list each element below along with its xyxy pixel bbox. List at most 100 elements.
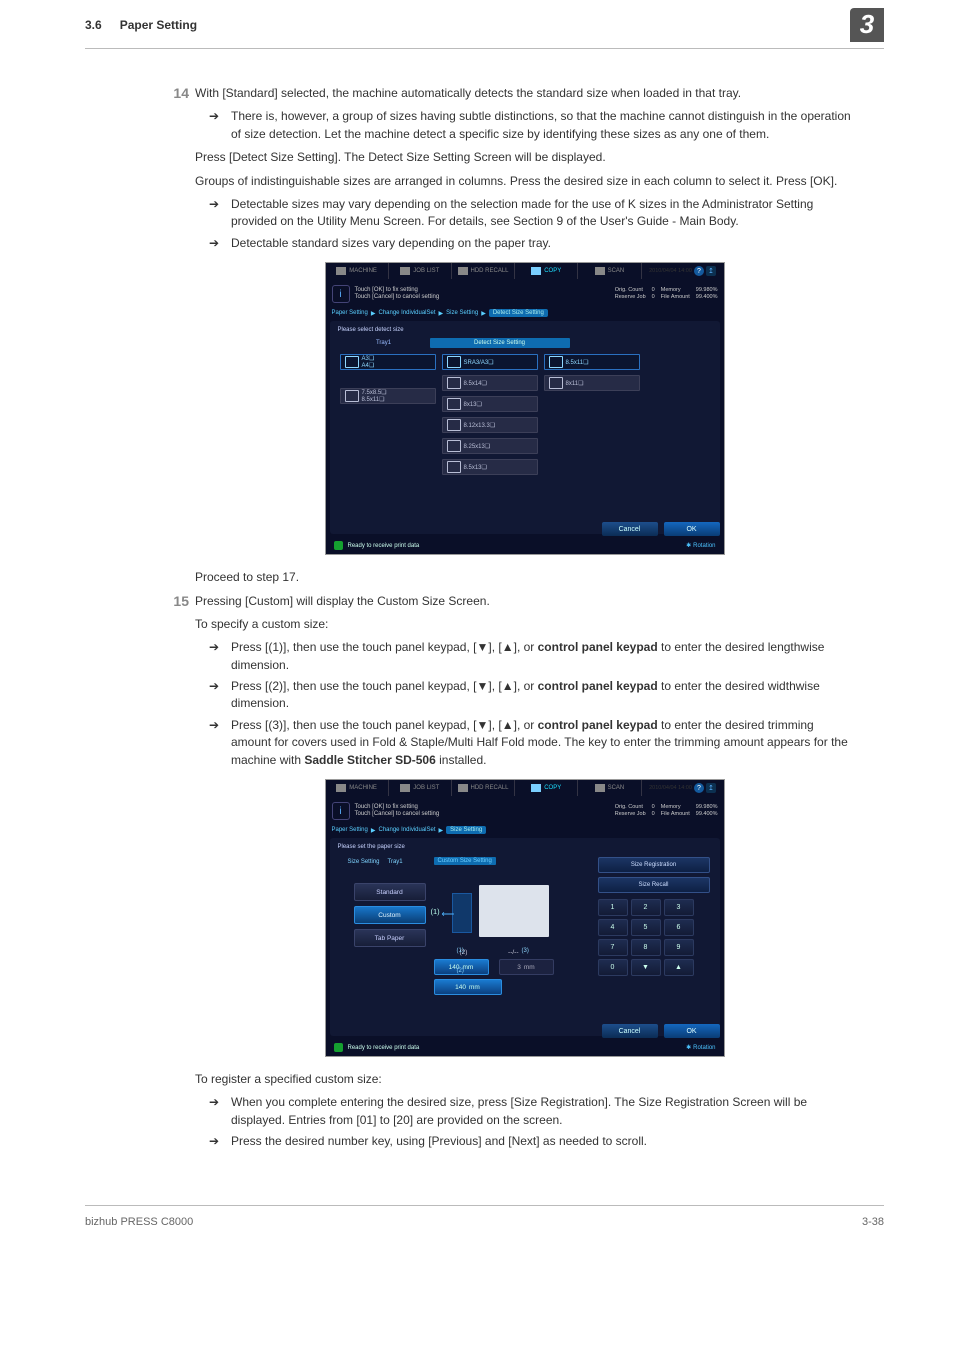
size-85x13: 8.5x13❏: [442, 459, 538, 475]
col-header-detect: Detect Size Setting: [430, 338, 570, 348]
size-a3a4: A3❏ A4❏: [340, 354, 436, 370]
step-number-15: 15: [161, 593, 189, 610]
keypad-4: 4: [598, 919, 628, 936]
tab-machine: MACHINE: [326, 263, 389, 279]
size-column-1: A3❏ A4❏ 7.5x8.5❏ 8.5x11❏: [340, 354, 436, 475]
tab-copy: COPY: [515, 780, 578, 796]
step15-bullet5: Press the desired number key, using [Pre…: [231, 1133, 647, 1150]
breadcrumb: Paper Setting▶ Change IndividualSet▶ Siz…: [326, 826, 724, 838]
keypad-2: 2: [631, 899, 661, 916]
paper-rect-large: [479, 885, 549, 937]
keypad-panel: Size Registration Size Recall 1 2 3 4 5 …: [598, 857, 710, 995]
size-column-2: SRA3/A3❏ 8.5x14❏ 8x13❏ 8.12x13.3❏ 8.25x1…: [442, 354, 538, 475]
panel-title: Please set the paper size: [334, 842, 716, 855]
rotation-indicator: ✱ Rotation: [686, 542, 715, 549]
size-85x11: 8.5x11❏: [544, 354, 640, 370]
tab-copy: COPY: [515, 263, 578, 279]
size-column-3: 8.5x11❏ 8x11❏: [544, 354, 640, 475]
custom-button: Custom: [354, 906, 426, 924]
tab-joblist: JOB LIST: [389, 263, 452, 279]
keypad-up: ▲: [664, 959, 694, 976]
step14-bullet2: Detectable sizes may vary depending on t…: [231, 196, 854, 231]
datetime: 2010/04/04 14:00?↥: [642, 780, 724, 796]
scan-icon: [595, 267, 605, 275]
tab-hddrecall: HDD RECALL: [452, 263, 515, 279]
step15-bullet3: Press [(3)], then use the touch panel ke…: [231, 717, 854, 769]
info-text: Touch [OK] to fix settingTouch [Cancel] …: [355, 804, 440, 818]
paper-icon: [345, 356, 359, 368]
info-icon: i: [332, 285, 350, 303]
size-812x133: 8.12x13.3❏: [442, 417, 538, 433]
keypad-6: 6: [664, 919, 694, 936]
proceed-17: Proceed to step 17.: [195, 569, 854, 586]
bullet-arrow-icon: ➔: [209, 1094, 223, 1129]
help-icon: ?: [694, 266, 704, 276]
keypad-9: 9: [664, 939, 694, 956]
ok-button: OK: [664, 522, 720, 536]
status-bar: Ready to receive print data ✱ Rotation: [326, 538, 724, 554]
step15-bullet4: When you complete entering the desired s…: [231, 1094, 854, 1129]
custom-size-panel: Custom Size Setting (1) ⟵ (2) --/-- (1)1…: [434, 859, 554, 995]
chapter-badge: 3: [850, 8, 884, 42]
bullet-arrow-icon: ➔: [209, 196, 223, 231]
paper-icon: [447, 377, 461, 389]
custom-size-screenshot: MACHINE JOB LIST HDD RECALL COPY SCAN 20…: [325, 779, 725, 1057]
breadcrumb: Paper Setting▶ Change IndividualSet▶ Siz…: [326, 309, 724, 321]
info-text: Touch [OK] to fix settingTouch [Cancel] …: [355, 287, 440, 301]
cancel-button: Cancel: [602, 522, 658, 536]
keypad-3: 3: [664, 899, 694, 916]
hdd-icon: [458, 267, 468, 275]
paper-icon: [447, 461, 461, 473]
mem-stats: Orig. Count0Memory99.980% Reserve Job0Fi…: [615, 287, 718, 301]
size-recall-button: Size Recall: [598, 877, 710, 893]
size-type-sidebar: Size SettingTray1 Standard Custom Tab Pa…: [340, 859, 426, 995]
size-75x85: 7.5x8.5❏ 8.5x11❏: [340, 388, 436, 404]
input-trim: (3)3 mm: [499, 959, 554, 975]
keypad-1: 1: [598, 899, 628, 916]
paper-icon: [447, 356, 461, 368]
panel-title: Please select detect size: [334, 325, 716, 338]
scan-icon: [595, 784, 605, 792]
tab-machine: MACHINE: [326, 780, 389, 796]
step14-para1: Press [Detect Size Setting]. The Detect …: [195, 149, 854, 166]
datetime: 2010/04/04 14:00?↥: [642, 263, 724, 279]
step-14-text: With [Standard] selected, the machine au…: [195, 85, 854, 102]
standard-button: Standard: [354, 883, 426, 901]
rotation-indicator: ✱ Rotation: [686, 1044, 715, 1051]
bullet-arrow-icon: ➔: [209, 717, 223, 769]
paper-icon: [447, 440, 461, 452]
size-8x13: 8x13❏: [442, 396, 538, 412]
ok-button: OK: [664, 1024, 720, 1038]
size-sra3: SRA3/A3❏: [442, 354, 538, 370]
mem-stats: Orig. Count0Memory99.980% Reserve Job0Fi…: [615, 804, 718, 818]
copy-icon: [531, 267, 541, 275]
hdd-icon: [458, 784, 468, 792]
help-icon: ?: [694, 783, 704, 793]
size-registration-button: Size Registration: [598, 857, 710, 873]
joblist-icon: [400, 784, 410, 792]
joblist-icon: [400, 267, 410, 275]
tab-hddrecall: HDD RECALL: [452, 780, 515, 796]
crumb-size-setting: Size Setting: [446, 826, 486, 834]
step14-bullet1: There is, however, a group of sizes havi…: [231, 108, 854, 143]
paper-icon: [447, 419, 461, 431]
step15-bullet2: Press [(2)], then use the touch panel ke…: [231, 678, 854, 713]
copy-icon: [531, 784, 541, 792]
header-section: 3.6: [85, 18, 102, 32]
footer-right: 3-38: [862, 1216, 884, 1228]
custom-size-header: Custom Size Setting: [434, 857, 496, 865]
arrow-left-icon: ⟵: [442, 909, 455, 920]
machine-icon: [336, 784, 346, 792]
info-icon: i: [332, 802, 350, 820]
bullet-arrow-icon: ➔: [209, 1133, 223, 1150]
bullet-arrow-icon: ➔: [209, 639, 223, 674]
keypad-8: 8: [631, 939, 661, 956]
printer-icon: [334, 1043, 343, 1052]
tab-scan: SCAN: [578, 263, 641, 279]
paper-icon: [549, 356, 563, 368]
keypad-0: 0: [598, 959, 628, 976]
keypad-7: 7: [598, 939, 628, 956]
cancel-button: Cancel: [602, 1024, 658, 1038]
machine-icon: [336, 267, 346, 275]
status-bar: Ready to receive print data ✱ Rotation: [326, 1040, 724, 1056]
